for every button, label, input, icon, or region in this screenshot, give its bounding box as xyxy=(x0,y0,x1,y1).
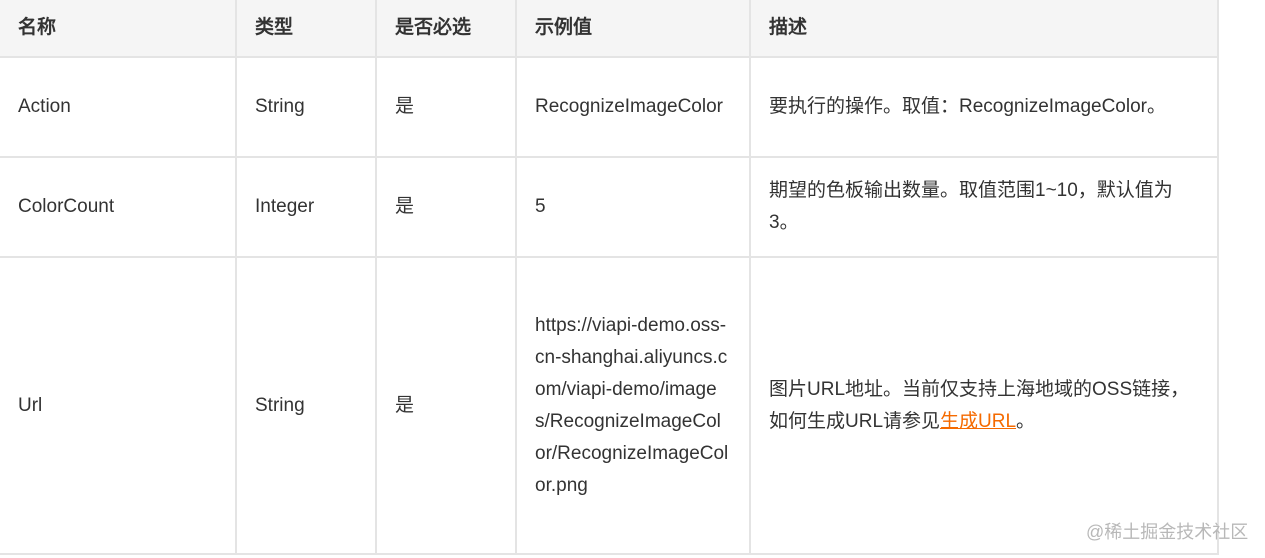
cell-description: 要执行的操作。取值：RecognizeImageColor。 xyxy=(749,56,1219,158)
table-row: Action String 是 RecognizeImageColor 要执行的… xyxy=(0,56,1219,158)
cell-required: 是 xyxy=(375,256,517,555)
cell-name: Action xyxy=(0,56,237,158)
header-example: 示例值 xyxy=(515,0,751,58)
description-suffix: 。 xyxy=(1016,410,1036,432)
cell-type: String xyxy=(235,56,377,158)
cell-name: Url xyxy=(0,256,237,555)
cell-required: 是 xyxy=(375,56,517,158)
cell-type: String xyxy=(235,256,377,555)
header-type: 类型 xyxy=(235,0,377,58)
parameter-table: 名称 类型 是否必选 示例值 描述 Action String 是 Recogn… xyxy=(0,0,1219,555)
table-row: Url String 是 https://viapi-demo.oss-cn-s… xyxy=(0,256,1219,555)
cell-required: 是 xyxy=(375,156,517,258)
cell-description: 图片URL地址。当前仅支持上海地域的OSS链接，如何生成URL请参见生成URL。 xyxy=(749,256,1219,555)
cell-example: 5 xyxy=(515,156,751,258)
table-row: ColorCount Integer 是 5 期望的色板输出数量。取值范围1~1… xyxy=(0,156,1219,258)
header-description: 描述 xyxy=(749,0,1219,58)
cell-example: https://viapi-demo.oss-cn-shanghai.aliyu… xyxy=(515,256,751,555)
cell-description: 期望的色板输出数量。取值范围1~10，默认值为3。 xyxy=(749,156,1219,258)
watermark: @稀土掘金技术社区 xyxy=(1086,522,1249,542)
generate-url-link[interactable]: 生成URL xyxy=(940,411,1016,432)
cell-example: RecognizeImageColor xyxy=(515,56,751,158)
cell-name: ColorCount xyxy=(0,156,237,258)
table-header-row: 名称 类型 是否必选 示例值 描述 xyxy=(0,0,1219,58)
header-name: 名称 xyxy=(0,0,237,58)
header-required: 是否必选 xyxy=(375,0,517,58)
cell-type: Integer xyxy=(235,156,377,258)
